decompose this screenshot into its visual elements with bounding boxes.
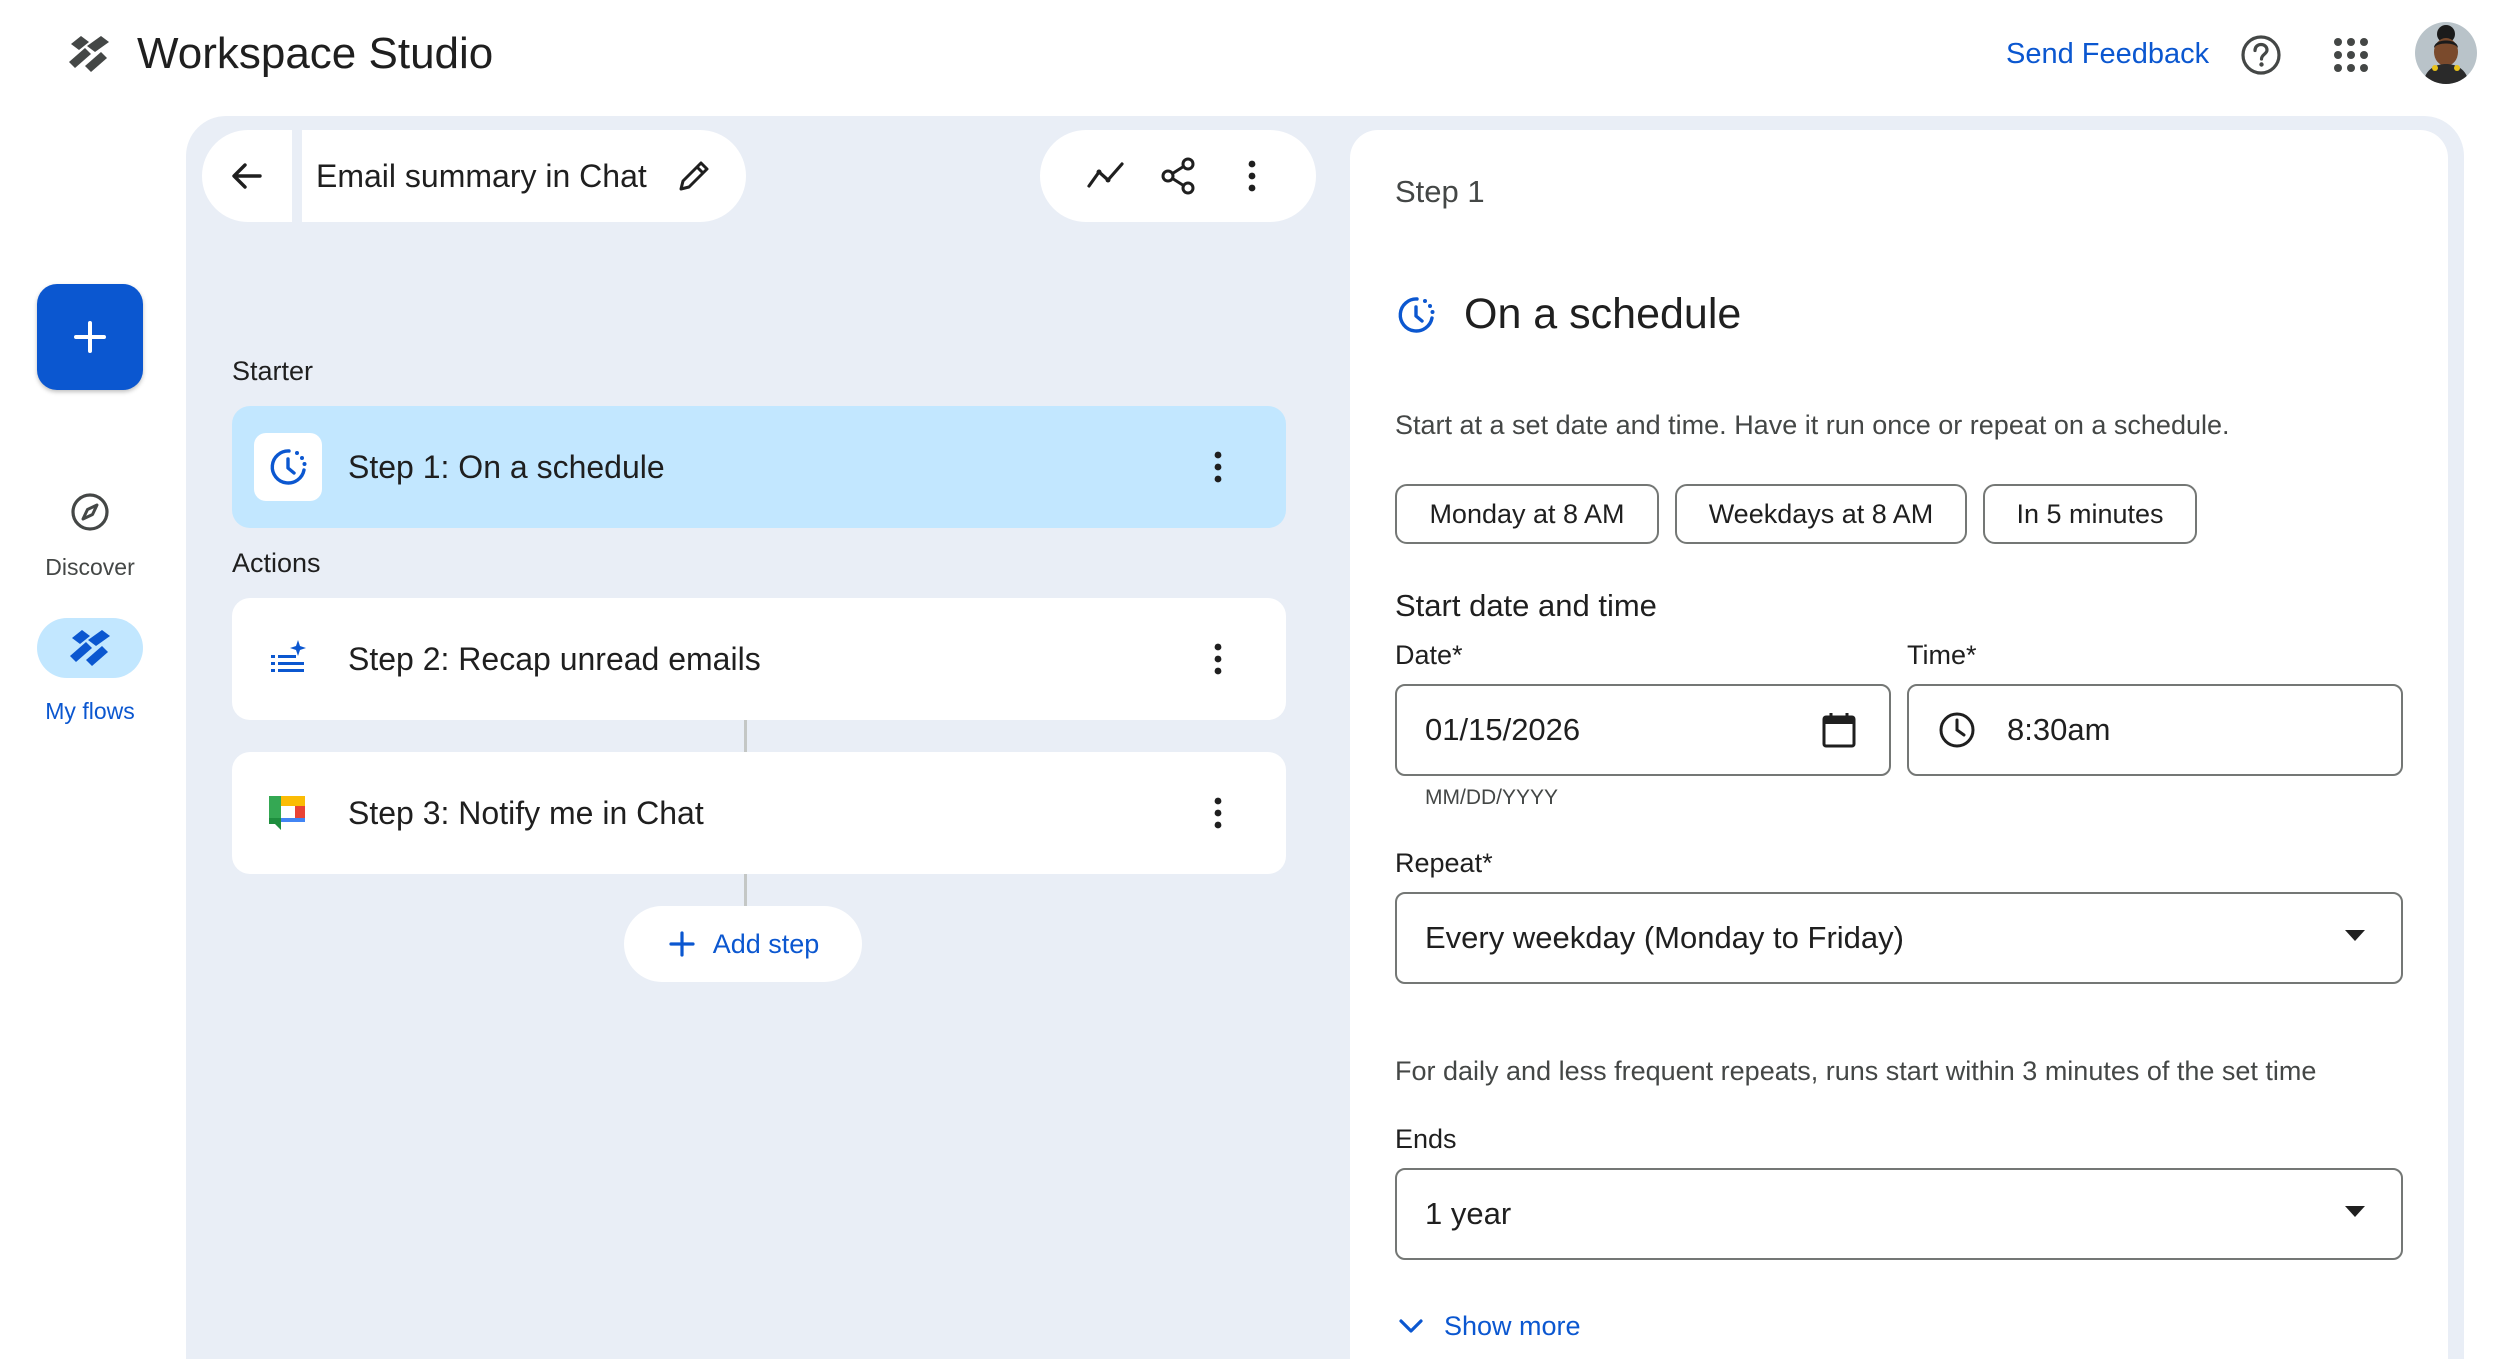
app-title: Workspace Studio <box>137 29 494 78</box>
list-sparkle-icon <box>271 640 306 672</box>
dropdown-arrow-icon <box>2345 1206 2365 1218</box>
plus-icon <box>74 321 106 353</box>
flow-step-1[interactable]: Step 1: On a schedule <box>232 406 1286 528</box>
actions-section-label: Actions <box>232 548 321 578</box>
rail-item-discover[interactable]: Discover <box>20 490 160 581</box>
plus-icon <box>669 931 695 957</box>
step-number: Step 1: <box>348 449 450 485</box>
google-chat-icon <box>269 796 305 830</box>
date-input[interactable]: 01/15/2026 <box>1395 684 1891 776</box>
flow-title-bar: Email summary in Chat <box>302 130 746 222</box>
panel-description: Start at a set date and time. Have it ru… <box>1395 410 2230 440</box>
flow-step-2[interactable]: Step 2: Recap unread emails <box>232 598 1286 720</box>
ends-label: Ends <box>1395 1124 1457 1154</box>
show-more-button[interactable]: Show more <box>1396 1306 1581 1346</box>
flow-toolbar <box>1040 130 1316 222</box>
add-step-label: Add step <box>712 928 820 959</box>
back-button[interactable] <box>202 130 292 222</box>
calendar-icon[interactable] <box>1819 710 1859 750</box>
create-flow-button[interactable] <box>37 284 143 390</box>
add-step-button[interactable]: Add step <box>624 906 862 982</box>
step-name: Recap unread emails <box>458 641 761 677</box>
date-value: 01/15/2026 <box>1425 712 1581 747</box>
send-feedback-link[interactable]: Send Feedback <box>2006 34 2209 74</box>
preset-chip[interactable]: In 5 minutes <box>1983 484 2197 544</box>
flow-step-3[interactable]: Step 3: Notify me in Chat <box>232 752 1286 874</box>
panel-title: On a schedule <box>1464 290 1742 338</box>
chevron-down-icon <box>1399 1319 1423 1333</box>
rail-item-label: Discover <box>45 554 135 580</box>
repeat-select[interactable]: Every weekday (Monday to Friday) <box>1395 892 2403 984</box>
ends-value: 1 year <box>1425 1196 1512 1231</box>
dropdown-arrow-icon <box>2345 930 2365 942</box>
compass-icon <box>68 490 112 534</box>
start-date-time-heading: Start date and time <box>1395 588 1657 623</box>
ends-select[interactable]: 1 year <box>1395 1168 2403 1260</box>
date-format-hint: MM/DD/YYYY <box>1425 786 1559 809</box>
repeat-note: For daily and less frequent repeats, run… <box>1395 1056 2317 1086</box>
step-more-icon[interactable] <box>1198 793 1238 833</box>
schedule-icon <box>270 449 307 485</box>
step-number: Step 3: <box>348 795 450 831</box>
help-icon[interactable] <box>2239 33 2283 77</box>
time-label: Time* <box>1907 640 1977 670</box>
workspace-studio-logo-icon <box>67 34 111 74</box>
starter-section-label: Starter <box>232 356 314 386</box>
avatar[interactable] <box>2415 22 2477 84</box>
step-connector <box>744 874 747 906</box>
flows-icon <box>70 630 110 666</box>
step-number: Step 2: <box>348 641 450 677</box>
time-input[interactable]: 8:30am <box>1907 684 2403 776</box>
rail-item-my-flows[interactable]: My flows <box>20 618 160 725</box>
step-more-icon[interactable] <box>1198 447 1238 487</box>
preset-chip[interactable]: Monday at 8 AM <box>1395 484 1659 544</box>
step-name: On a schedule <box>458 449 665 485</box>
edit-pencil-icon[interactable] <box>675 157 713 195</box>
repeat-label: Repeat* <box>1395 848 1493 878</box>
date-label: Date* <box>1395 640 1463 670</box>
rail-item-label: My flows <box>45 698 135 724</box>
show-more-label: Show more <box>1444 1310 1581 1341</box>
preset-chip[interactable]: Weekdays at 8 AM <box>1675 484 1967 544</box>
panel-step-heading: Step 1 <box>1395 174 1485 209</box>
apps-grid-icon[interactable] <box>2332 36 2370 74</box>
more-vert-icon[interactable] <box>1232 156 1272 196</box>
share-icon[interactable] <box>1158 156 1198 196</box>
step-connector <box>744 720 747 752</box>
step-more-icon[interactable] <box>1198 639 1238 679</box>
flow-title: Email summary in Chat <box>316 157 647 194</box>
schedule-icon <box>1395 294 1437 336</box>
activity-chart-icon[interactable] <box>1086 156 1126 196</box>
step-name: Notify me in Chat <box>458 795 704 831</box>
arrow-back-icon <box>232 163 262 189</box>
time-value: 8:30am <box>2007 712 2111 747</box>
repeat-value: Every weekday (Monday to Friday) <box>1425 920 1904 955</box>
clock-icon <box>1937 710 1977 750</box>
